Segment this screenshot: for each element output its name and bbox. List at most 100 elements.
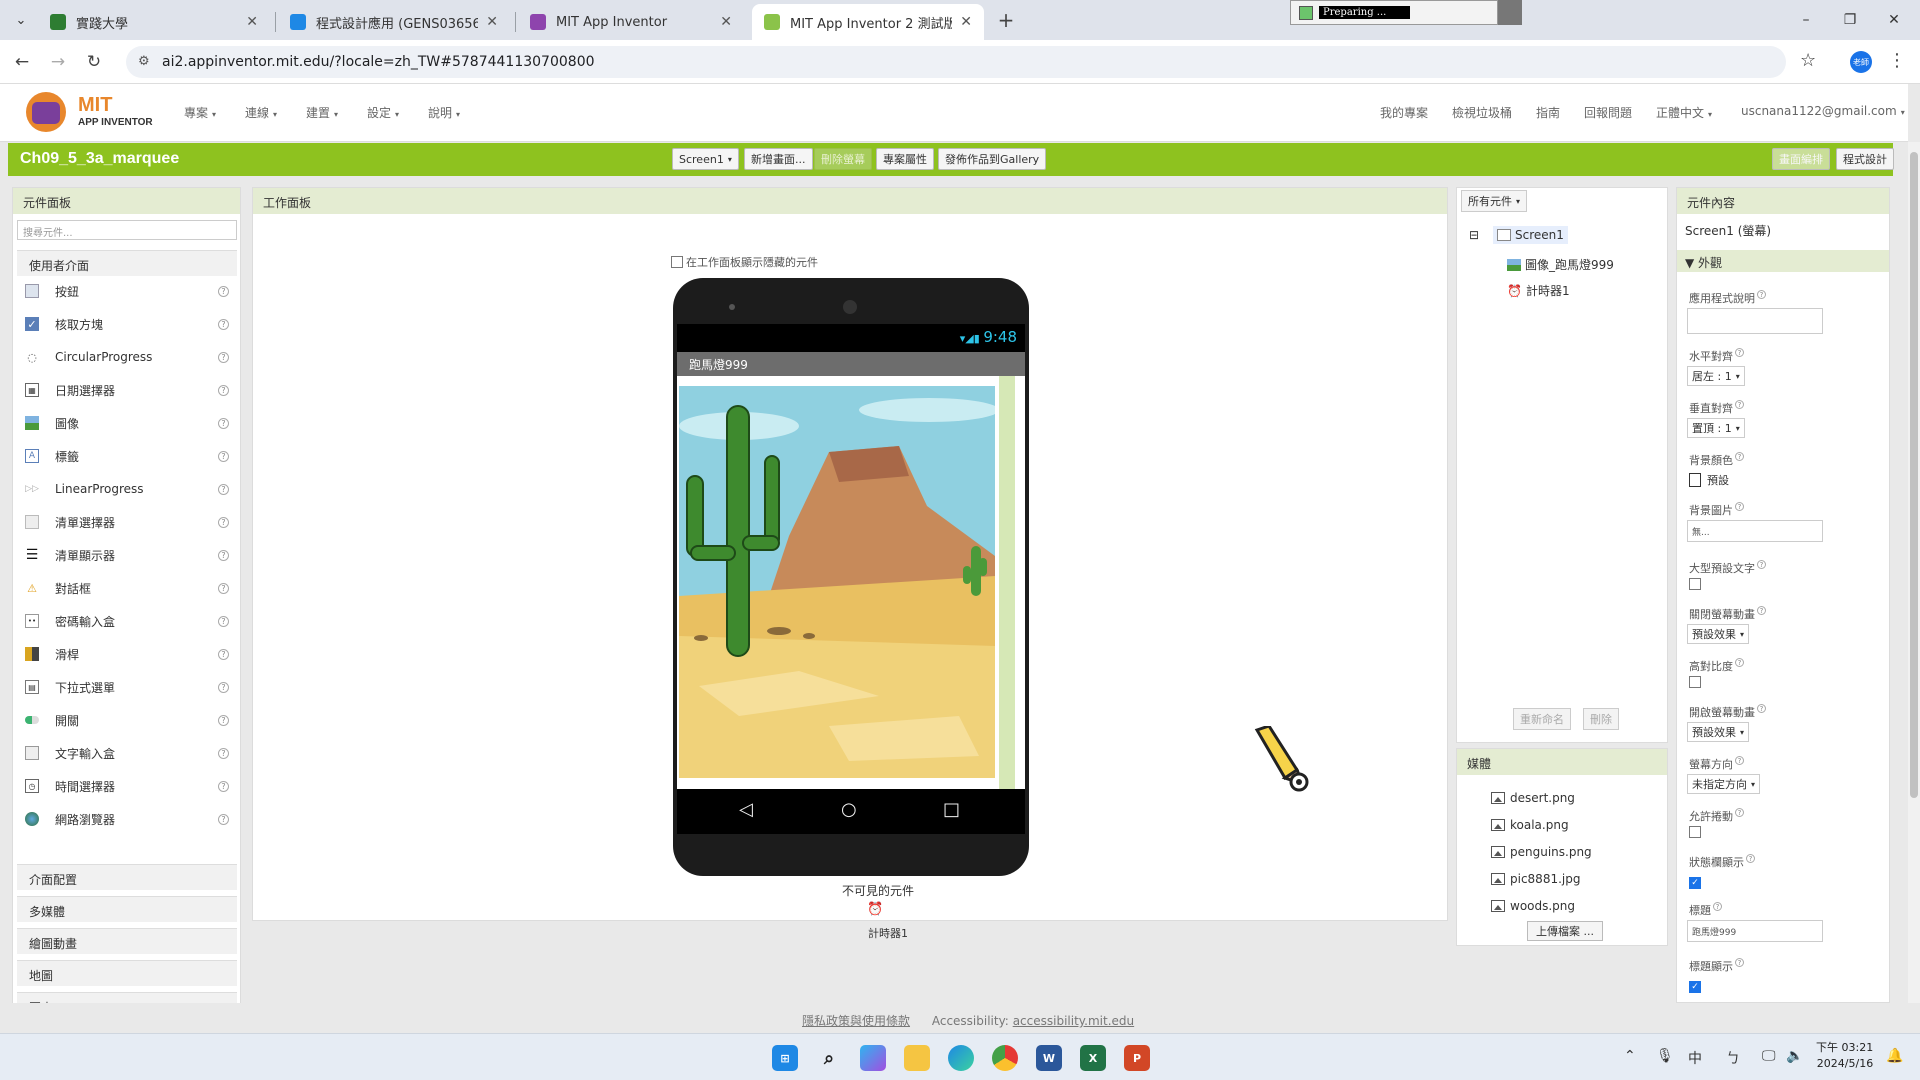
palette-category-media[interactable]: 多媒體 [17,896,237,922]
close-tab-icon[interactable]: ✕ [960,14,972,30]
media-file[interactable]: koala.png [1491,818,1569,832]
palette-item-listpicker[interactable]: 清單選擇器? [25,511,235,533]
account-menu[interactable]: uscnana1122@gmail.com ▾ [1741,104,1905,118]
prop-close-animation-select[interactable]: 預設效果 ▾ [1687,624,1750,644]
close-tab-icon[interactable]: ✕ [486,14,498,30]
help-icon[interactable]: ? [218,318,229,330]
browser-tab-1[interactable]: 實踐大學 ✕ [38,4,270,40]
palette-category-drawing[interactable]: 繪圖動畫 [17,928,237,954]
tray-overflow-icon[interactable]: ⌃ [1624,1048,1636,1064]
tree-collapse-toggle[interactable]: ⊟ [1469,228,1479,242]
help-icon[interactable]: ? [218,285,229,297]
prop-high-contrast-checkbox[interactable] [1689,676,1704,691]
reload-icon[interactable]: ↻ [82,50,106,74]
palette-item-checkbox[interactable]: ✓ 核取方塊? [25,313,235,335]
prop-background-image-input[interactable]: 無... [1687,520,1823,542]
menu-settings[interactable]: 設定 ▾ [367,104,399,121]
help-icon[interactable]: ? [1757,704,1766,713]
help-icon[interactable]: ? [218,780,229,792]
file-explorer-icon[interactable] [904,1045,930,1071]
browser-tab-active[interactable]: MIT App Inventor 2 測試版 ✕ [752,4,984,40]
tree-item-timer[interactable]: ⏰ 計時器1 [1507,282,1570,299]
prop-show-status-bar-checkbox[interactable]: ✓ [1689,874,1704,889]
help-icon[interactable]: ? [218,417,229,429]
rename-component-button[interactable]: 重新命名 [1513,708,1571,730]
tab-search-icon[interactable]: ⌄ [10,9,32,31]
browser-tab-2[interactable]: 程式設計應用 (GENS03656A1 ✕ [278,4,510,40]
network-icon[interactable]: 🖵 [1762,1048,1776,1064]
search-icon[interactable]: ⌕ [816,1045,842,1071]
url-field[interactable]: ⚙ ai2.appinventor.mit.edu/?locale=zh_TW#… [126,46,1786,78]
prop-align-vertical-select[interactable]: 置頂 : 1 ▾ [1687,418,1745,438]
site-info-icon[interactable]: ⚙ [138,54,150,69]
help-icon[interactable]: ? [218,582,229,594]
help-icon[interactable]: ? [1735,958,1744,967]
palette-category-maps[interactable]: 地圖 [17,960,237,986]
help-icon[interactable]: ? [218,351,229,363]
copilot-icon[interactable] [860,1045,886,1071]
accessibility-link[interactable]: accessibility.mit.edu [1013,1014,1134,1028]
help-icon[interactable]: ? [218,549,229,561]
scrollbar-thumb[interactable] [1910,152,1918,798]
checkbox-box[interactable] [1689,826,1701,838]
privacy-link[interactable]: 隱私政策與使用條款 [802,1014,910,1028]
menu-build[interactable]: 建置 ▾ [306,104,338,121]
upload-file-button[interactable]: 上傳檔案 ... [1527,921,1603,941]
prop-title-visible-checkbox[interactable]: ✓ [1689,978,1704,993]
microphone-icon[interactable]: 🎙 [1656,1048,1674,1064]
help-icon[interactable]: ? [218,747,229,759]
palette-item-webviewer[interactable]: 網路瀏覽器? [25,808,235,830]
marquee-image[interactable] [679,386,995,778]
palette-item-image[interactable]: 圖像? [25,412,235,434]
palette-search-input[interactable]: 搜尋元件... [17,220,237,240]
help-icon[interactable]: ? [1735,808,1744,817]
clock-timer-icon[interactable]: ⏰ [867,902,883,917]
publish-gallery-button[interactable]: 發佈作品到Gallery [938,148,1047,170]
edge-icon[interactable] [948,1045,974,1071]
new-tab-button[interactable]: + [992,6,1020,34]
palette-item-slider[interactable]: 滑桿? [25,643,235,665]
chrome-icon[interactable] [992,1045,1018,1071]
project-properties-button[interactable]: 專案屬性 [876,148,934,170]
blocks-mode-button[interactable]: 程式設計 [1836,148,1894,170]
prop-scrollable-checkbox[interactable] [1689,826,1704,841]
help-icon[interactable]: ? [218,516,229,528]
media-file[interactable]: pic8881.jpg [1491,872,1580,886]
link-guide[interactable]: 指南 [1536,104,1560,121]
link-trash[interactable]: 檢視垃圾桶 [1452,104,1512,121]
nonvisible-timer-label[interactable]: 計時器1 [828,925,948,941]
prop-about-screen-textarea[interactable] [1687,308,1823,334]
palette-item-timepicker[interactable]: ◷ 時間選擇器? [25,775,235,797]
show-hidden-components-checkbox[interactable]: 在工作面板顯示隱藏的元件 [671,254,818,270]
help-icon[interactable]: ? [218,714,229,726]
menu-connect[interactable]: 連線 ▾ [245,104,277,121]
help-icon[interactable]: ? [1735,658,1744,667]
palette-item-spinner[interactable]: ▤ 下拉式選單? [25,676,235,698]
components-filter-select[interactable]: 所有元件 ▾ [1461,190,1528,212]
browser-tab-3[interactable]: MIT App Inventor ✕ [518,4,744,40]
help-icon[interactable]: ? [1735,502,1744,511]
prop-screen-orientation-select[interactable]: 未指定方向 ▾ [1687,774,1761,794]
delete-component-button[interactable]: 刪除 [1583,708,1619,730]
palette-item-button[interactable]: 按鈕? [25,280,235,302]
palette-item-password[interactable]: •• 密碼輸入盒? [25,610,235,632]
help-icon[interactable]: ? [218,648,229,660]
help-icon[interactable]: ? [218,384,229,396]
checkbox-box[interactable] [1689,578,1701,590]
page-scrollbar[interactable] [1908,142,1920,1003]
ime-mode-indicator[interactable]: ㄅ [1726,1048,1740,1068]
notification-bell-icon[interactable]: 🔔 [1886,1048,1903,1064]
help-icon[interactable]: ? [218,681,229,693]
minimize-button[interactable]: – [1786,8,1826,32]
prop-background-color-picker[interactable]: 預設 [1689,472,1729,488]
designer-mode-button[interactable]: 畫面編排 [1772,148,1830,170]
powerpoint-icon[interactable]: P [1124,1045,1150,1071]
ime-language-indicator[interactable]: 中 [1688,1048,1702,1068]
system-clock[interactable]: 下午 03:21 2024/5/16 [1816,1040,1873,1072]
phone-screen[interactable]: ▾◢▮ 9:48 跑馬燈999 [677,324,1025,789]
volume-icon[interactable]: 🔈 [1786,1048,1803,1064]
palette-item-listview[interactable]: ☰ 清單顯示器? [25,544,235,566]
help-icon[interactable]: ? [1735,400,1744,409]
help-icon[interactable]: ? [1735,452,1744,461]
help-icon[interactable]: ? [1757,290,1766,299]
